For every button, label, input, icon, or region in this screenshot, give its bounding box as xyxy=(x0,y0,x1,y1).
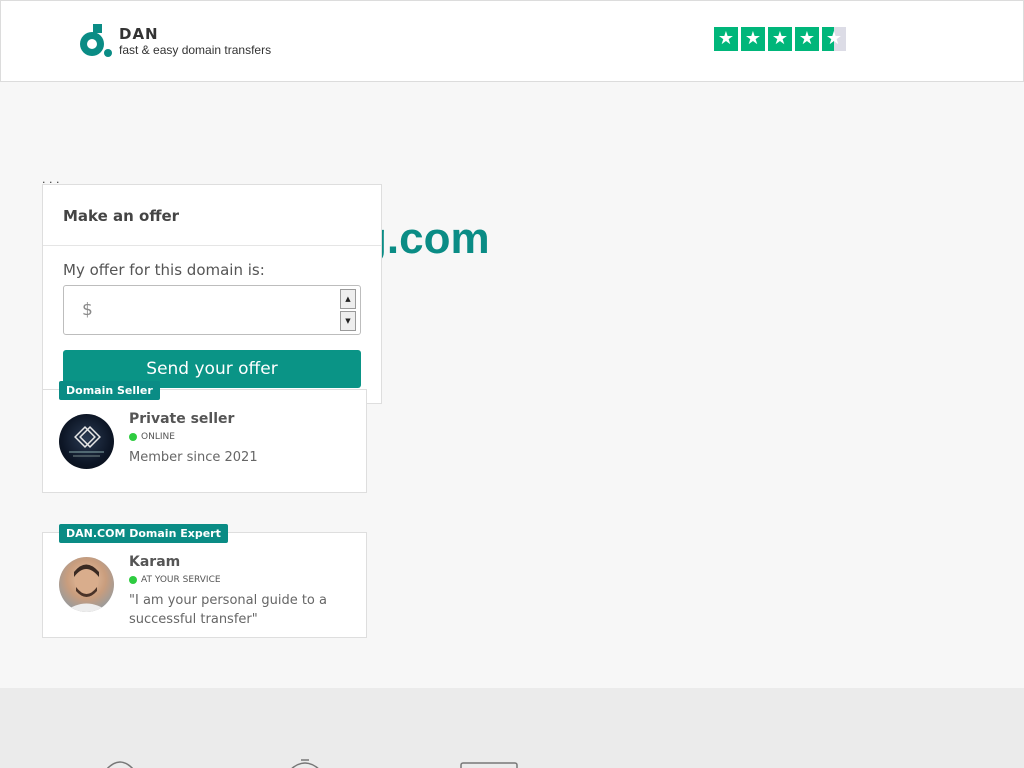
seller-status: ONLINE xyxy=(129,432,175,442)
expert-quote: "I am your personal guide to a successfu… xyxy=(129,593,327,627)
brand-tagline: fast & easy domain transfers xyxy=(119,43,272,57)
stopwatch-icon xyxy=(291,759,319,768)
seller-avatar xyxy=(59,414,114,469)
dan-logo-icon[interactable] xyxy=(79,24,113,58)
seller-badge: Domain Seller xyxy=(59,381,160,400)
expert-name: Karam xyxy=(129,554,181,570)
trustpilot-rating[interactable]: ★ ★ ★ ★ ★ xyxy=(714,27,846,51)
seller-member-since: Member since 2021 xyxy=(129,450,258,465)
expert-badge: DAN.COM Domain Expert xyxy=(59,524,228,543)
offer-amount-input[interactable]: $ ▲ ▼ xyxy=(63,285,361,335)
security-icon xyxy=(106,761,134,768)
half-star-icon: ★ xyxy=(822,27,846,51)
star-icon: ★ xyxy=(795,27,819,51)
seller-name: Private seller xyxy=(129,411,235,427)
domain-seller-card: Domain Seller Private seller ONLINE Memb… xyxy=(42,381,367,493)
decrement-arrow-icon[interactable]: ▼ xyxy=(340,311,356,331)
expert-status: AT YOUR SERVICE xyxy=(129,575,221,585)
card-icon xyxy=(460,762,518,768)
expert-avatar xyxy=(59,557,114,612)
seller-logo-icon xyxy=(69,426,104,457)
number-stepper[interactable]: ▲ ▼ xyxy=(340,289,356,331)
make-offer-panel: Make an offer My offer for this domain i… xyxy=(42,184,382,404)
seller-status-text: ONLINE xyxy=(141,432,175,442)
star-icon: ★ xyxy=(714,27,738,51)
online-dot-icon xyxy=(129,576,137,584)
currency-symbol: $ xyxy=(82,300,93,320)
divider xyxy=(43,245,381,246)
features-section xyxy=(0,688,1024,768)
star-icon: ★ xyxy=(768,27,792,51)
increment-arrow-icon[interactable]: ▲ xyxy=(340,289,356,309)
star-icon: ★ xyxy=(741,27,765,51)
site-header: DAN fast & easy domain transfers ★ ★ ★ ★… xyxy=(0,0,1024,82)
online-dot-icon xyxy=(129,433,137,441)
domain-expert-card: DAN.COM Domain Expert Karam AT YOUR SERV… xyxy=(42,524,367,638)
offer-label: My offer for this domain is: xyxy=(63,261,265,279)
expert-photo-icon xyxy=(64,564,109,612)
expert-status-text: AT YOUR SERVICE xyxy=(141,575,221,585)
brand-name: DAN xyxy=(119,25,159,43)
offer-title: Make an offer xyxy=(63,207,180,225)
